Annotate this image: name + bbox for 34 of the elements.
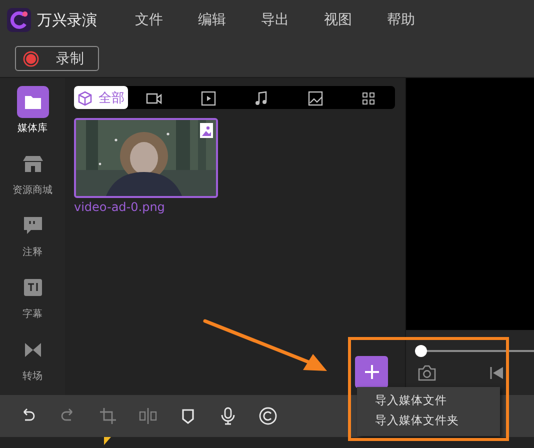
cube-icon (77, 90, 94, 106)
copyright-icon[interactable] (259, 407, 277, 425)
menu-item[interactable]: 文件 (135, 11, 198, 29)
sidebar-label[interactable]: 资源商城 (12, 183, 52, 197)
skip-back-icon[interactable] (490, 366, 504, 380)
plus-icon (364, 364, 380, 380)
menu-item[interactable]: 视图 (324, 11, 387, 29)
menu-item[interactable]: 帮助 (387, 11, 450, 29)
sidebar-label[interactable]: 转场 (22, 369, 42, 383)
marker-icon[interactable] (179, 407, 197, 425)
image-badge-icon (200, 123, 213, 138)
app-logo-icon (7, 8, 31, 32)
menu-option[interactable]: 导入媒体文件 (357, 391, 500, 411)
menu-item[interactable]: 编辑 (198, 11, 261, 29)
all-tab[interactable]: 全部 (74, 86, 128, 109)
camera-icon[interactable] (418, 365, 436, 381)
play-icon (200, 90, 216, 106)
media-icon[interactable] (16, 86, 48, 118)
app-name: 万兴录演 (37, 10, 97, 30)
image-icon (306, 90, 323, 106)
sidebar-label[interactable]: 字幕 (22, 307, 42, 321)
add-media-button[interactable] (355, 356, 388, 388)
microphone-icon[interactable] (219, 407, 237, 425)
slider-thumb[interactable] (415, 345, 427, 357)
file-name: video-ad-0.png (74, 200, 166, 214)
record-icon (23, 50, 39, 66)
playhead-icon[interactable] (104, 437, 111, 445)
menu-item[interactable]: 导出 (261, 11, 324, 29)
music-note-icon (253, 90, 270, 106)
sidebar-label[interactable]: 媒体库 (18, 121, 48, 135)
sidebar-label[interactable]: 注释 (22, 245, 42, 259)
menu-option[interactable]: 导入媒体文件夹 (357, 411, 500, 431)
grid-icon (360, 90, 376, 106)
record-button[interactable]: 录制 (15, 46, 99, 71)
